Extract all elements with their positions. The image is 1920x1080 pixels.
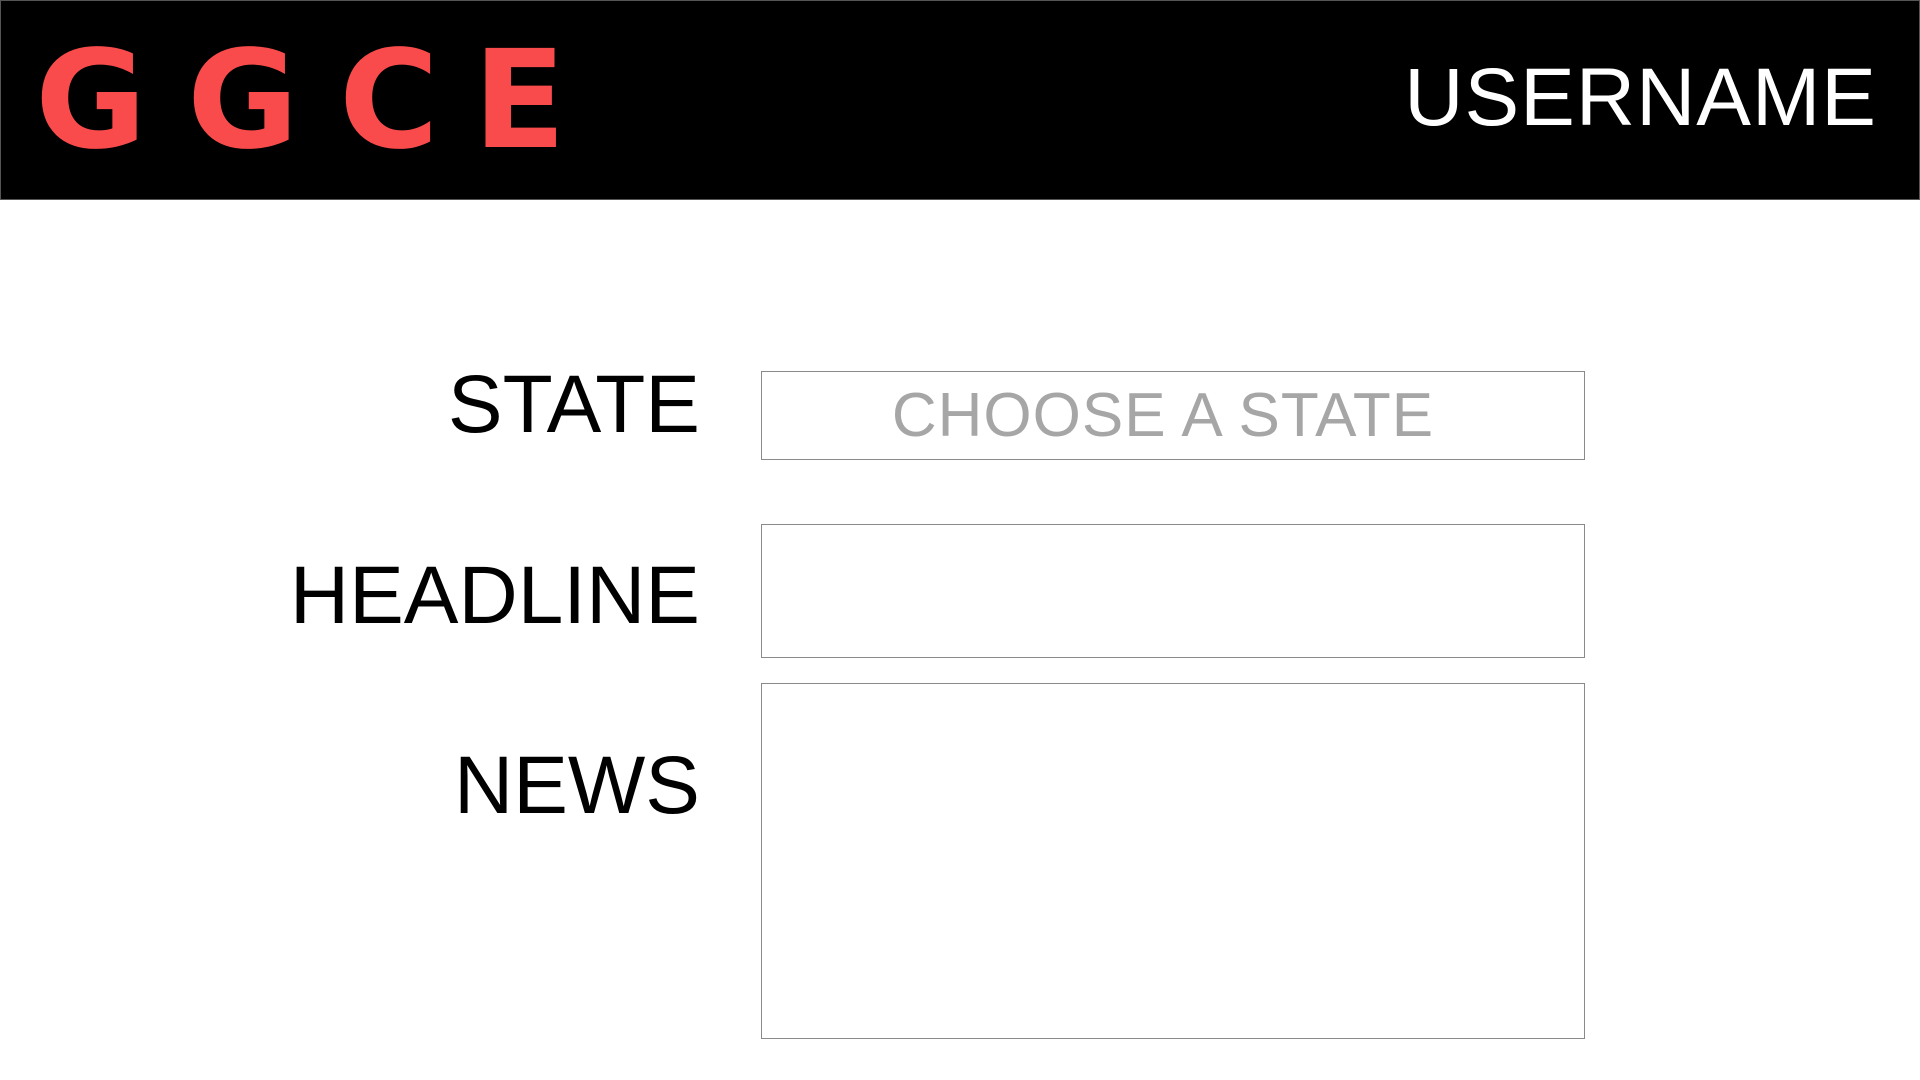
news-textarea[interactable] bbox=[762, 684, 1584, 1038]
news-field-box bbox=[761, 683, 1585, 1039]
logo-letter-g-first: G bbox=[35, 22, 147, 180]
logo-letter-g-second: G bbox=[187, 22, 299, 180]
state-label: STATE bbox=[447, 359, 700, 450]
state-select[interactable]: CHOOSE A STATE bbox=[761, 371, 1585, 460]
headline-label: HEADLINE bbox=[289, 550, 700, 641]
state-select-placeholder: CHOOSE A STATE bbox=[891, 380, 1435, 450]
username-link[interactable]: USERNAME bbox=[1404, 57, 1877, 139]
headline-field-box bbox=[761, 524, 1585, 658]
logo-letter-c: C bbox=[339, 22, 439, 180]
logo-letter-e: E bbox=[473, 22, 566, 180]
news-label: NEWS bbox=[454, 740, 700, 831]
top-bar: G G C E USERNAME bbox=[0, 0, 1920, 200]
headline-input[interactable] bbox=[762, 525, 1584, 657]
logo[interactable]: G G C E bbox=[35, 22, 566, 180]
page: G G C E USERNAME STATE CHOOSE A STATE HE… bbox=[0, 0, 1920, 1080]
